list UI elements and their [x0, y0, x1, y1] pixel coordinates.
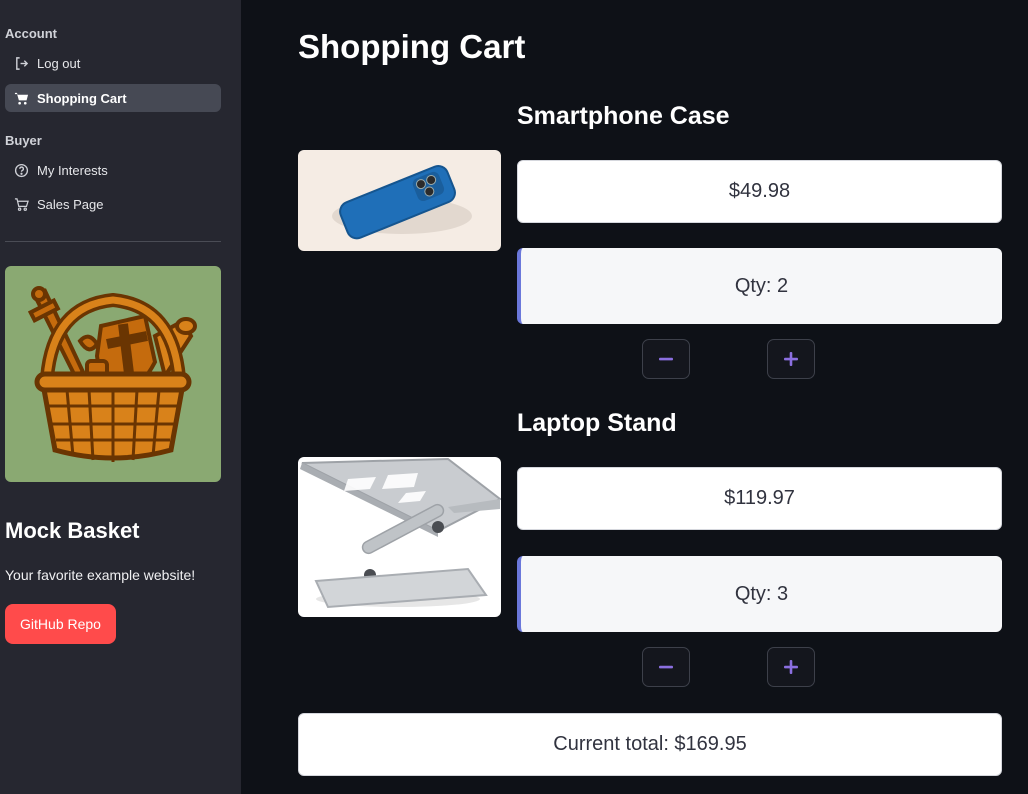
cart-icon: [13, 196, 29, 212]
brand-title: Mock Basket: [5, 518, 140, 543]
sidebar-item-label: Shopping Cart: [37, 90, 127, 106]
sidebar-divider: [5, 241, 221, 242]
price-display: $119.97: [517, 467, 1002, 530]
minus-icon: [659, 357, 673, 361]
product-name: Laptop Stand: [517, 409, 677, 437]
minus-icon: [659, 665, 673, 669]
plus-icon: [784, 352, 798, 366]
quantity-display: Qty: 3: [517, 556, 1002, 632]
increase-quantity-button[interactable]: [767, 647, 815, 687]
sidebar-item-sales-page[interactable]: Sales Page: [5, 190, 221, 218]
brand-tagline: Your favorite example website!: [5, 567, 196, 583]
github-repo-button[interactable]: GitHub Repo: [5, 604, 116, 644]
sidebar: Account Log out Shopping Cart Buyer My I…: [0, 0, 241, 794]
increase-quantity-button[interactable]: [767, 339, 815, 379]
sidebar-item-label: Sales Page: [37, 196, 104, 212]
nav-section-account: Account: [5, 26, 57, 41]
logout-icon: [13, 55, 29, 71]
app: Account Log out Shopping Cart Buyer My I…: [0, 0, 1028, 794]
quantity-display: Qty: 2: [517, 248, 1002, 324]
basket-logo-icon: [5, 266, 221, 482]
laptop-stand-image: [298, 457, 501, 617]
cart-icon: [13, 90, 29, 106]
cart-total: Current total: $169.95: [298, 713, 1002, 776]
help-circle-icon: [13, 162, 29, 178]
product-name: Smartphone Case: [517, 102, 730, 130]
plus-icon: [784, 660, 798, 674]
decrease-quantity-button[interactable]: [642, 647, 690, 687]
page-title: Shopping Cart: [298, 28, 526, 65]
phone-case-image: [298, 150, 501, 251]
sidebar-item-my-interests[interactable]: My Interests: [5, 156, 221, 184]
nav-section-buyer: Buyer: [5, 133, 42, 148]
sidebar-item-label: My Interests: [37, 162, 108, 178]
decrease-quantity-button[interactable]: [642, 339, 690, 379]
sidebar-item-shopping-cart[interactable]: Shopping Cart: [5, 84, 221, 112]
sidebar-item-label: Log out: [37, 55, 81, 71]
sidebar-item-log-out[interactable]: Log out: [5, 49, 221, 77]
price-display: $49.98: [517, 160, 1002, 223]
